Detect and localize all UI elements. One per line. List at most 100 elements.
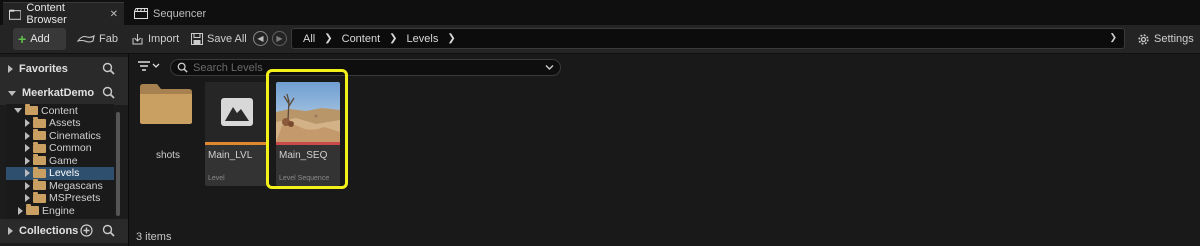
- import-icon: [132, 34, 143, 45]
- import-label: Import: [148, 33, 180, 45]
- expand-arrow-icon[interactable]: [25, 169, 30, 177]
- folder-tree: Content Assets Cinematics Common Game Le…: [6, 104, 114, 219]
- expand-arrow-icon[interactable]: [25, 156, 30, 165]
- folder-icon: [26, 204, 39, 215]
- search-icon: [177, 62, 188, 73]
- add-button[interactable]: + Add: [13, 28, 66, 50]
- favorites-label: Favorites: [19, 63, 68, 75]
- asset-tile: Main_LVL Level: [205, 82, 269, 186]
- tree-scrollbar[interactable]: [116, 112, 120, 216]
- tree-label: Content: [41, 104, 78, 117]
- project-label: MeerkatDemo: [22, 87, 95, 99]
- expand-arrow-icon[interactable]: [25, 181, 30, 190]
- chevron-down-icon[interactable]: [545, 64, 554, 71]
- search-icon[interactable]: [102, 86, 115, 99]
- tree-item-content[interactable]: Content: [14, 104, 78, 117]
- tree-item-engine[interactable]: Engine: [18, 204, 75, 217]
- search-input[interactable]: Search Levels: [170, 59, 561, 76]
- asset-label: shots: [156, 150, 180, 161]
- selection-highlight: [266, 69, 348, 189]
- item-count: 3 items: [136, 231, 172, 243]
- close-icon[interactable]: ✕: [110, 9, 118, 20]
- tab-content-browser[interactable]: Content Browser ✕: [3, 2, 124, 26]
- level-icon: [221, 98, 253, 126]
- tree-label: Assets: [49, 117, 81, 129]
- asset-folder-shots[interactable]: shots: [139, 81, 199, 161]
- search-placeholder: Search Levels: [193, 61, 263, 74]
- asset-type-label: Level: [208, 175, 225, 182]
- plus-icon: +: [18, 31, 27, 47]
- favorites-header[interactable]: Favorites: [0, 57, 128, 81]
- collections-header[interactable]: Collections: [0, 219, 128, 243]
- tree-label: Game: [49, 154, 78, 167]
- breadcrumb-all[interactable]: All: [301, 33, 317, 45]
- search-icon[interactable]: [102, 62, 115, 75]
- asset-thumbnail: [205, 82, 269, 142]
- fab-button[interactable]: Fab: [72, 28, 123, 50]
- tree-label: Megascans: [49, 179, 103, 192]
- tree-label: Common: [49, 142, 92, 154]
- tree-item-megascans[interactable]: Megascans: [25, 179, 103, 192]
- tree-label: MSPresets: [49, 192, 101, 204]
- tree-item-game[interactable]: Game: [25, 154, 78, 167]
- expand-arrow-icon[interactable]: [18, 206, 23, 215]
- forward-button[interactable]: ▶: [272, 31, 287, 46]
- fab-icon: [77, 34, 95, 43]
- collections-label: Collections: [19, 225, 79, 237]
- folder-icon: [33, 141, 46, 153]
- tree-item-mspresets[interactable]: MSPresets: [25, 191, 101, 205]
- search-icon[interactable]: [102, 224, 115, 237]
- tree-item-common[interactable]: Common: [25, 141, 92, 155]
- project-header[interactable]: MeerkatDemo: [0, 81, 128, 105]
- folder-icon: [33, 154, 46, 165]
- folder-icon: [33, 191, 46, 203]
- tree-item-levels[interactable]: Levels: [6, 166, 114, 180]
- tree-label: Cinematics: [49, 129, 101, 142]
- tab-bar: Content Browser ✕ Sequencer: [0, 0, 1200, 26]
- settings-label: Settings: [1154, 33, 1194, 45]
- back-button[interactable]: ◀: [253, 31, 268, 46]
- expand-arrow-icon[interactable]: [8, 227, 13, 235]
- asset-main-lvl[interactable]: Main_LVL Level: [205, 82, 269, 186]
- tree-item-assets[interactable]: Assets: [25, 116, 81, 130]
- expand-arrow-icon[interactable]: [25, 194, 30, 202]
- import-button[interactable]: Import: [126, 28, 184, 50]
- breadcrumb: All ❯ Content ❯ Levels ❯ ❯: [291, 28, 1125, 49]
- tree-label: Levels: [49, 167, 80, 179]
- breadcrumb-content[interactable]: Content: [340, 33, 383, 45]
- tab-sequencer[interactable]: Sequencer: [128, 2, 228, 25]
- expand-arrow-icon[interactable]: [25, 144, 30, 152]
- add-circle-icon[interactable]: [80, 224, 93, 237]
- folder-tab-icon: [9, 9, 22, 20]
- expand-arrow-icon[interactable]: [25, 119, 30, 127]
- chevron-right-icon[interactable]: ❯: [382, 33, 404, 44]
- tree-item-cinematics[interactable]: Cinematics: [25, 129, 101, 142]
- toolbar: + Add Fab Import Save All ◀ ▶ All ❯ Cont…: [0, 25, 1200, 54]
- fab-label: Fab: [99, 33, 118, 45]
- collapse-arrow-icon[interactable]: [14, 108, 22, 113]
- arrow-right-icon: ▶: [276, 34, 283, 43]
- tab-label: Content Browser: [26, 2, 67, 26]
- breadcrumb-levels[interactable]: Levels: [405, 33, 441, 45]
- folder-icon: [140, 84, 192, 124]
- tab-label: Sequencer: [153, 7, 207, 20]
- expand-arrow-icon[interactable]: [8, 65, 13, 73]
- chevron-right-icon[interactable]: ❯: [440, 33, 462, 44]
- expand-arrow-icon[interactable]: [25, 131, 30, 140]
- save-icon: [191, 33, 203, 45]
- folder-icon: [33, 179, 46, 190]
- folder-icon: [33, 166, 46, 178]
- add-label: Add: [30, 33, 50, 45]
- settings-button[interactable]: Settings: [1132, 28, 1199, 50]
- chevron-right-icon[interactable]: ❯: [317, 33, 339, 44]
- asset-label: Main_LVL: [208, 150, 253, 161]
- clapperboard-icon: [134, 8, 148, 19]
- collapse-arrow-icon[interactable]: [8, 90, 16, 96]
- save-all-label: Save All: [207, 33, 247, 45]
- folder-icon: [33, 116, 46, 128]
- folder-icon: [33, 129, 46, 140]
- filter-button[interactable]: [134, 59, 160, 76]
- chevron-down-icon[interactable]: ❯: [1109, 32, 1117, 43]
- save-all-button[interactable]: Save All: [186, 28, 252, 50]
- filter-icon: [138, 61, 160, 71]
